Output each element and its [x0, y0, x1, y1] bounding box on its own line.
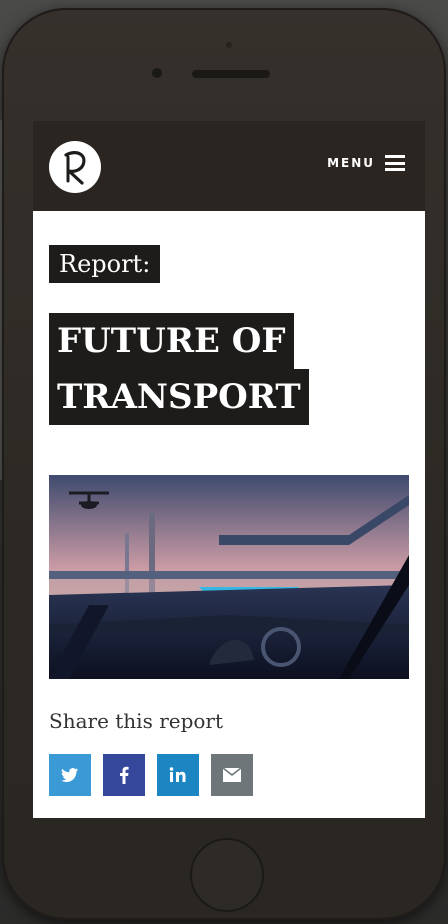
menu-label: MENU [327, 156, 375, 170]
twitter-share-button[interactable] [49, 754, 91, 796]
email-share-button[interactable] [211, 754, 253, 796]
futuristic-car-interior-illustration [49, 475, 409, 679]
earpiece-speaker [192, 70, 270, 78]
phone-screen: MENU Report: FUTURE OF TRANSPORT Share t… [33, 121, 425, 818]
linkedin-icon [169, 767, 186, 782]
twitter-icon [61, 768, 78, 783]
sensor-dot [226, 42, 232, 48]
share-heading: Share this report [49, 709, 224, 733]
page-title-line-2: TRANSPORT [49, 369, 309, 425]
mail-icon [223, 768, 241, 782]
facebook-icon [120, 766, 129, 784]
facebook-share-button[interactable] [103, 754, 145, 796]
linkedin-share-button[interactable] [157, 754, 199, 796]
menu-button[interactable]: MENU [327, 153, 405, 173]
camera-lens [152, 68, 162, 78]
hero-image [49, 475, 409, 679]
page-title-line-1: FUTURE OF [49, 313, 294, 369]
site-header: MENU [33, 121, 425, 211]
home-button[interactable] [190, 838, 264, 912]
hamburger-icon [385, 155, 405, 171]
site-logo[interactable] [49, 141, 101, 193]
r-logo-icon [64, 151, 86, 185]
share-buttons [49, 754, 253, 796]
report-kicker: Report: [49, 245, 161, 283]
